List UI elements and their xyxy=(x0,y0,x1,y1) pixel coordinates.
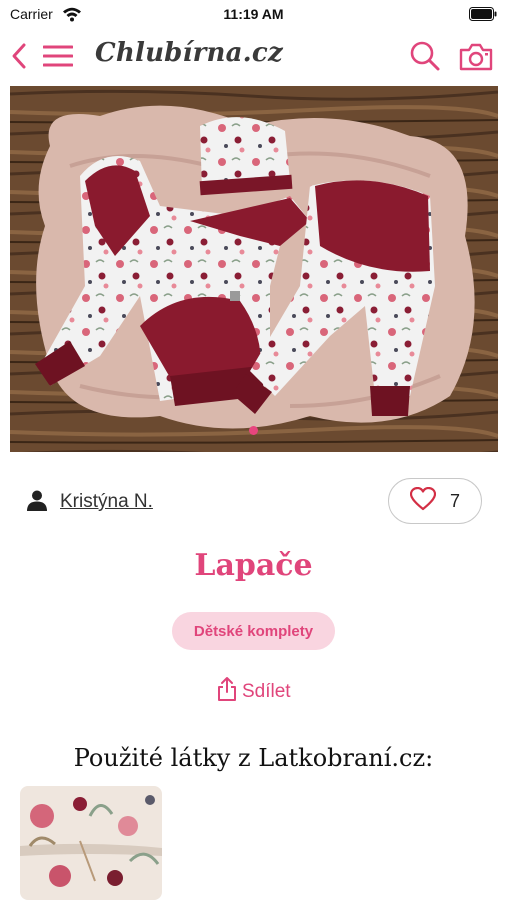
brand-logo[interactable]: Chlubírna.cz xyxy=(95,38,283,68)
fabrics-heading: Použité látky z Latkobraní.cz: xyxy=(73,744,434,772)
author-link[interactable]: Kristýna N. xyxy=(60,491,153,513)
fabric-thumbnail[interactable] xyxy=(20,786,162,900)
hamburger-menu-icon[interactable] xyxy=(42,45,74,72)
back-chevron-icon[interactable] xyxy=(10,42,28,75)
status-bar: Carrier 11:19 AM xyxy=(0,0,507,28)
nav-bar: Chlubírna.cz xyxy=(0,28,507,84)
like-count: 7 xyxy=(449,490,460,511)
heart-icon xyxy=(409,486,437,516)
share-button[interactable]: Sdílet xyxy=(216,676,291,707)
product-photo[interactable] xyxy=(10,86,498,452)
gallery-page-indicator[interactable] xyxy=(249,426,258,435)
category-tag[interactable]: Dětské komplety xyxy=(172,612,335,650)
post-title: Lapače xyxy=(194,548,313,583)
share-icon xyxy=(216,676,238,707)
like-button[interactable]: 7 xyxy=(388,478,482,524)
share-label: Sdílet xyxy=(242,680,291,702)
camera-icon[interactable] xyxy=(459,43,493,76)
search-icon[interactable] xyxy=(409,40,441,77)
status-time: 11:19 AM xyxy=(223,6,284,22)
battery-icon xyxy=(469,7,497,26)
author-row[interactable]: Kristýna N. xyxy=(26,488,153,516)
user-icon xyxy=(26,489,48,516)
